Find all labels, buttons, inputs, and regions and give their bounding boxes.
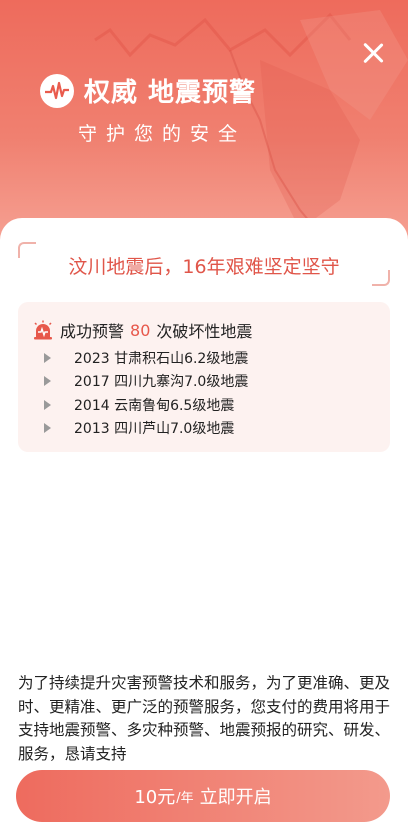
triangle-bullet-icon [44, 376, 51, 387]
list-item: 2013 四川芦山7.0级地震 [44, 417, 248, 441]
alarm-icon [34, 320, 52, 340]
close-icon[interactable] [360, 40, 386, 66]
warning-record-panel: 成功预警 80 次破坏性地震 2023 甘肃积石山6.2级地震 2017 四川九… [18, 302, 390, 452]
event-text: 2017 四川九寨沟7.0级地震 [74, 374, 249, 391]
event-text: 2023 甘肃积石山6.2级地震 [74, 350, 249, 367]
event-text: 2013 四川芦山7.0级地震 [74, 421, 235, 438]
hero-banner: 权威 地震预警 守护您的安全 [0, 0, 408, 250]
record-prefix: 成功预警 [60, 322, 125, 341]
cta-label: 立即开启 [199, 787, 272, 808]
hero-title-row: 权威 地震预警 [40, 72, 256, 109]
event-list: 2023 甘肃积石山6.2级地震 2017 四川九寨沟7.0级地震 2014 云… [44, 346, 248, 440]
record-count: 80 [130, 320, 151, 340]
subscribe-button[interactable]: 10元/年 立即开启 [16, 770, 390, 822]
record-heading: 成功预警 80 次破坏性地震 [32, 318, 252, 342]
list-item: 2014 云南鲁甸6.5级地震 [44, 393, 248, 417]
motto-text: 汶川地震后，16年艰难坚定坚守 [68, 256, 340, 278]
price-unit: /年 [176, 790, 194, 806]
logo-icon [40, 73, 74, 108]
motto-box: 汶川地震后，16年艰难坚定坚守 [18, 242, 390, 286]
hero-title: 权威 地震预警 [84, 78, 257, 108]
support-description: 为了持续提升灾害预警技术和服务，为了更准确、更及时、更精准、更广泛的预警服务，您… [18, 674, 391, 763]
list-item: 2023 甘肃积石山6.2级地震 [44, 346, 248, 370]
triangle-bullet-icon [44, 352, 51, 363]
event-text: 2014 云南鲁甸6.5级地震 [74, 397, 235, 414]
hero-subtitle: 守护您的安全 [78, 123, 247, 145]
triangle-bullet-icon [44, 399, 51, 410]
triangle-bullet-icon [44, 423, 51, 434]
price-text: 10元 [134, 787, 176, 808]
content-card: 汶川地震后，16年艰难坚定坚守 成功预警 80 次破坏性地震 2023 甘肃积石… [0, 218, 408, 831]
record-suffix: 次破坏性地震 [156, 322, 253, 341]
list-item: 2017 四川九寨沟7.0级地震 [44, 370, 248, 394]
